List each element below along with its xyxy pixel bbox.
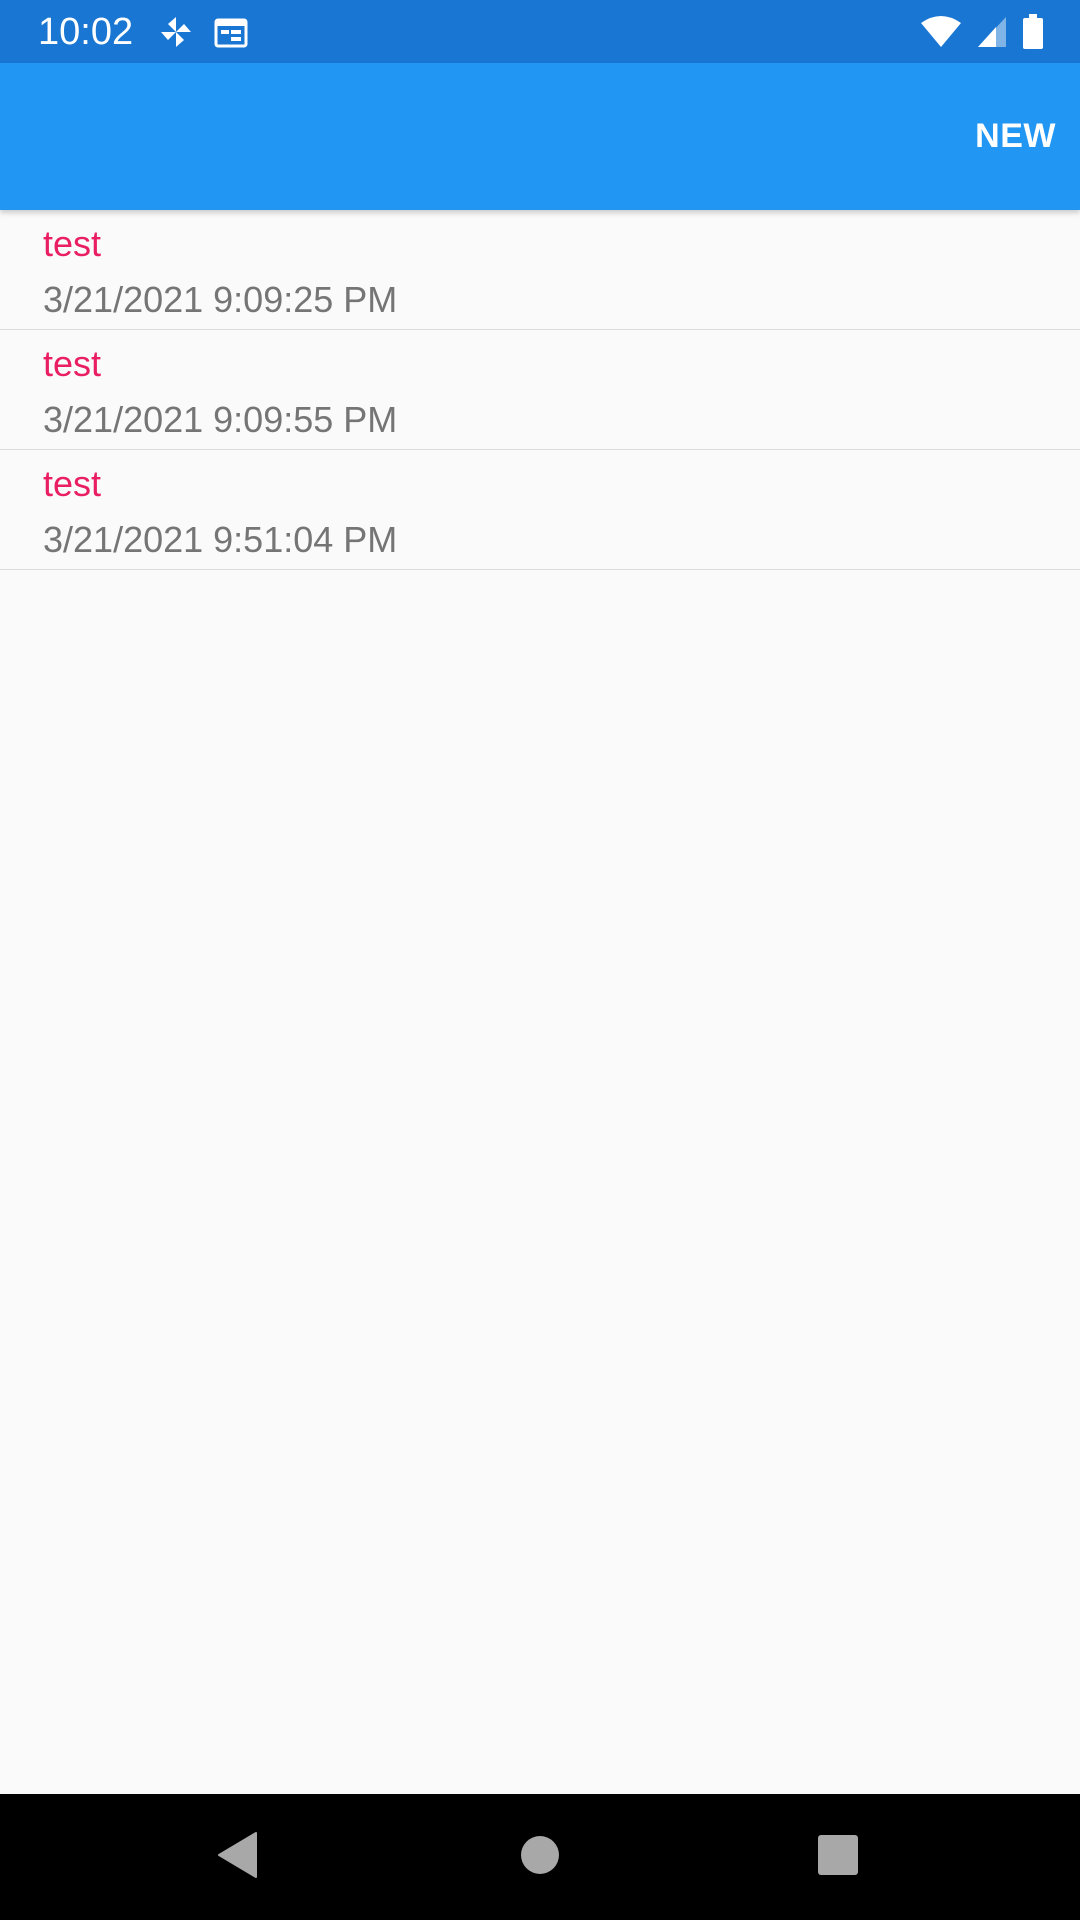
entries-list: test 3/21/2021 9:09:25 PM test 3/21/2021… xyxy=(0,210,1080,570)
status-right-icons xyxy=(920,12,1044,52)
calendar-icon xyxy=(214,15,248,49)
item-title: test xyxy=(43,223,102,264)
back-button[interactable] xyxy=(198,1817,278,1897)
item-date: 3/21/2021 9:09:25 PM xyxy=(43,279,398,320)
signal-icon xyxy=(976,15,1008,49)
item-title: test xyxy=(43,343,102,384)
navigation-bar xyxy=(0,1794,1080,1920)
item-title: test xyxy=(43,463,102,504)
home-icon xyxy=(520,1835,560,1880)
pinwheel-icon xyxy=(158,14,194,50)
list-item[interactable]: test 3/21/2021 9:09:25 PM xyxy=(0,210,1080,330)
app-bar: NEW xyxy=(0,63,1080,210)
status-bar: 10:02 xyxy=(0,0,1080,63)
list-item[interactable]: test 3/21/2021 9:09:55 PM xyxy=(0,330,1080,450)
battery-icon xyxy=(1022,14,1044,50)
back-icon xyxy=(216,1831,260,1884)
recents-button[interactable] xyxy=(798,1817,878,1897)
list-item[interactable]: test 3/21/2021 9:51:04 PM xyxy=(0,450,1080,570)
item-date: 3/21/2021 9:51:04 PM xyxy=(43,519,398,560)
wifi-icon xyxy=(920,15,962,49)
recents-icon xyxy=(818,1834,858,1880)
item-date: 3/21/2021 9:09:55 PM xyxy=(43,399,398,440)
new-button[interactable]: NEW xyxy=(965,103,1056,169)
home-button[interactable] xyxy=(500,1817,580,1897)
status-left-icons xyxy=(158,12,248,52)
status-time: 10:02 xyxy=(38,11,134,53)
app-screen: 10:02 NEW test 3/21/2021 9:09:25 PM test… xyxy=(0,0,1080,1920)
